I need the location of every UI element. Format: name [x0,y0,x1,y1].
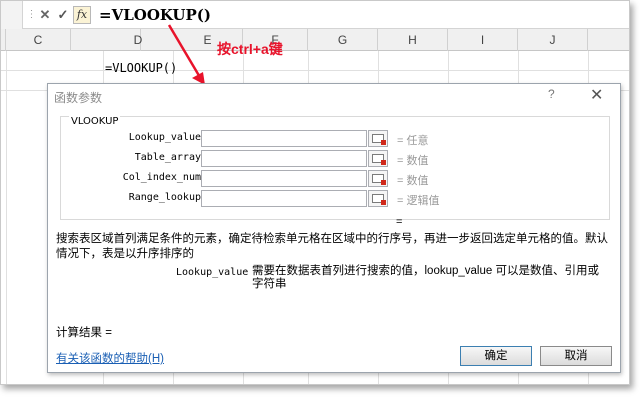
arg-label-range-lookup: Range_lookup [128,192,201,203]
column-header-g[interactable]: G [308,29,378,51]
function-help-link[interactable]: 有关该函数的帮助(H) [56,350,164,366]
function-name-label: VLOOKUP [69,116,121,127]
arguments-group: VLOOKUP Lookup_value = 任意 Table_array = … [60,116,610,220]
function-description: 搜索表区域首列满足条件的元素，确定待检索单元格在区域中的行序号，再进一步返回选定… [56,233,608,260]
lookup-value-collapse-button[interactable] [368,130,388,147]
name-box-edge[interactable] [1,1,23,29]
insert-function-button[interactable]: fx [73,6,91,24]
arg-value-range-lookup: = 逻辑值 [397,195,440,207]
dialog-titlebar[interactable]: 函数参数 ? ✕ [48,84,620,108]
function-arguments-dialog: 函数参数 ? ✕ VLOOKUP Lookup_value = 任意 Table… [47,83,621,373]
column-header-h[interactable]: H [378,29,448,51]
cancel-formula-icon[interactable]: ✕ [37,7,53,23]
help-icon[interactable]: ? [548,87,555,101]
close-icon[interactable]: ✕ [590,85,603,105]
arg-label-lookup-value: Lookup_value [128,132,201,143]
range-select-icon [372,174,386,185]
col-index-num-collapse-button[interactable] [368,170,388,187]
enter-formula-icon[interactable]: ✓ [55,7,71,23]
annotation-label: 按ctrl+a键 [217,41,283,57]
arg-value-lookup-value: = 任意 [397,135,429,147]
arg-label-col-index-num: Col_index_num [122,172,201,183]
screenshot-frame: ⋮ ✕ ✓ fx =VLOOKUP() B C D E F G H I J =V… [0,0,630,385]
arg-label-table-array: Table_array [134,152,201,163]
lookup-value-input[interactable] [201,130,367,147]
column-header-i[interactable]: I [448,29,518,51]
arg-value-table-array: = 数值 [397,155,429,167]
ok-button[interactable]: 确定 [460,346,532,366]
table-array-collapse-button[interactable] [368,150,388,167]
range-select-icon [372,154,386,165]
column-header-row: B C D E F G H I J [1,29,629,51]
arg-value-col-index-num: = 数值 [397,175,429,187]
grid-line [6,51,7,384]
current-param-name: Lookup_value [176,267,249,278]
grid-row [1,51,629,71]
formula-bar: ⋮ ✕ ✓ fx =VLOOKUP() [1,1,629,29]
column-header-c[interactable]: C [6,29,71,51]
annotation-arrow-icon [167,24,205,85]
cancel-button[interactable]: 取消 [540,346,612,366]
table-array-input[interactable] [201,150,367,167]
range-select-icon [372,194,386,205]
dialog-title: 函数参数 [54,91,103,105]
column-header-j[interactable]: J [518,29,588,51]
range-lookup-input[interactable] [201,190,367,207]
calculation-result: 计算结果 = [56,327,112,339]
range-lookup-collapse-button[interactable] [368,190,388,207]
col-index-num-input[interactable] [201,170,367,187]
current-param-description: 需要在数据表首列进行搜索的值，lookup_value 可以是数值、引用或字符串 [252,265,599,290]
formula-result-equals: = [396,216,403,228]
range-select-icon [372,134,386,145]
